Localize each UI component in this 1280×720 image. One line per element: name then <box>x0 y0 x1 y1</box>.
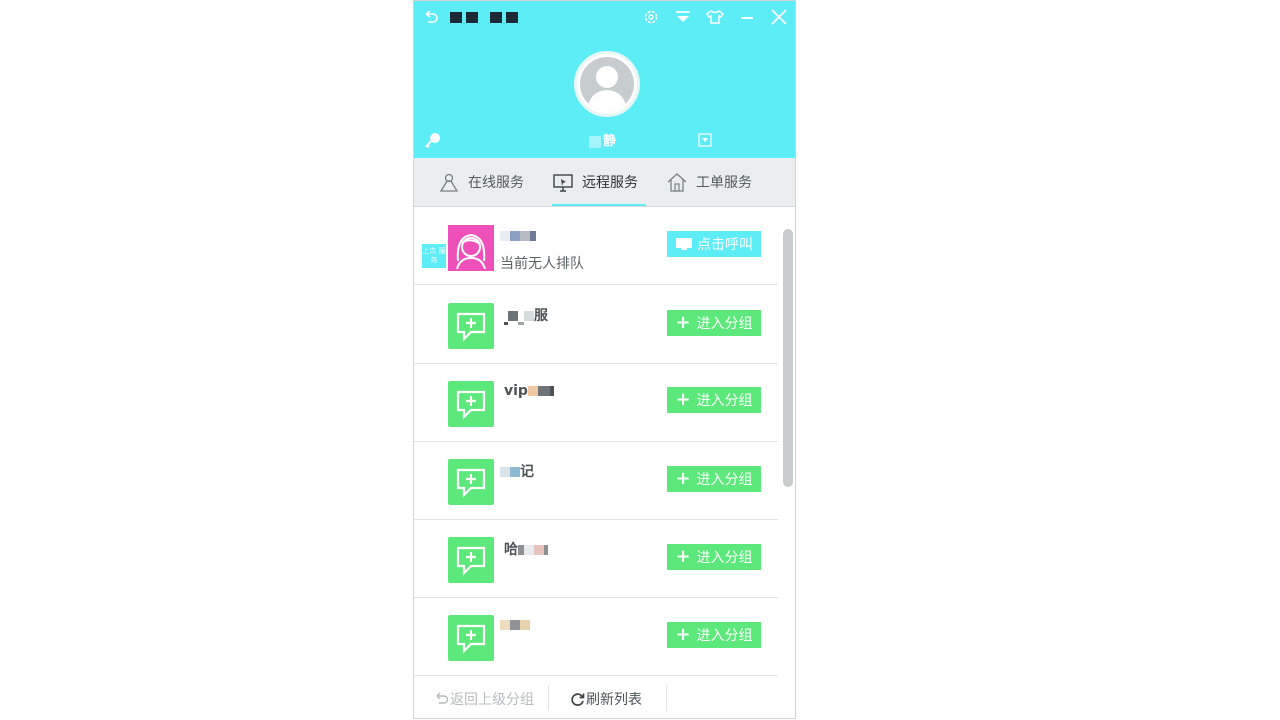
minimize-icon[interactable] <box>737 7 757 27</box>
agent-row[interactable]: 上次 服务 当前无人排队 点击呼叫 <box>414 207 778 285</box>
group-name: 哈 <box>504 539 548 559</box>
refresh-icon <box>571 692 585 706</box>
group-chat-icon <box>448 537 494 583</box>
agent-name <box>500 225 536 244</box>
service-list: 上次 服务 当前无人排队 点击呼叫 服 + 进入分组 vip + 进入分组 记 … <box>414 207 778 677</box>
group-name: 记 <box>500 461 534 481</box>
group-row[interactable]: + 进入分组 <box>414 597 778 676</box>
user-avatar[interactable] <box>574 51 640 117</box>
monitor-icon <box>676 238 692 250</box>
last-service-badge: 上次 服务 <box>422 244 446 268</box>
enter-group-button[interactable]: + 进入分组 <box>667 387 761 413</box>
agent-avatar <box>448 225 494 271</box>
enter-group-button[interactable]: + 进入分组 <box>667 466 761 492</box>
settings-icon[interactable] <box>641 7 661 27</box>
back-to-parent-group-button[interactable]: 返回上级分组 <box>434 689 534 709</box>
group-name: 服 <box>504 305 548 325</box>
group-row[interactable]: 哈 + 进入分组 <box>414 519 778 598</box>
tab-label: 在线服务 <box>468 175 524 191</box>
skin-icon[interactable] <box>705 7 725 27</box>
tab-label: 远程服务 <box>582 175 638 191</box>
key-icon[interactable] <box>424 131 442 149</box>
footer-divider <box>548 685 549 711</box>
window-title <box>450 11 518 23</box>
service-tabs: 在线服务 远程服务 工单服务 <box>414 158 795 207</box>
queue-status: 当前无人排队 <box>500 256 584 272</box>
group-name: vip <box>504 383 554 399</box>
titlebar-left <box>422 7 518 27</box>
group-chat-icon <box>448 303 494 349</box>
group-row[interactable]: vip + 进入分组 <box>414 363 778 442</box>
group-chat-icon <box>448 615 494 661</box>
tab-online-service[interactable]: 在线服务 <box>438 158 524 206</box>
user-name: 静 <box>589 130 616 149</box>
enter-group-button[interactable]: + 进入分组 <box>667 544 761 570</box>
group-chat-icon <box>448 381 494 427</box>
status-dropdown-icon[interactable] <box>698 133 712 147</box>
group-name <box>500 617 530 633</box>
tab-remote-service[interactable]: 远程服务 <box>552 158 646 206</box>
group-chat-icon <box>448 459 494 505</box>
return-icon <box>436 692 449 704</box>
call-button[interactable]: 点击呼叫 <box>667 231 761 257</box>
titlebar-controls <box>641 7 789 27</box>
footer-bar: 返回上级分组 刷新列表 <box>414 677 795 718</box>
enter-group-button[interactable]: + 进入分组 <box>667 310 761 336</box>
app-window: 静 在线服务 远程服务 工单服务 上次 服务 当前无人排队 点击呼叫 服 + 进… <box>413 0 796 719</box>
user-bar: 静 <box>414 129 795 151</box>
group-row[interactable]: 服 + 进入分组 <box>414 285 778 364</box>
remote-screen-icon <box>553 174 573 192</box>
back-icon[interactable] <box>422 8 440 26</box>
female-agent-icon <box>456 233 486 269</box>
list-scrollbar-thumb[interactable] <box>783 229 793 487</box>
house-icon <box>667 173 687 192</box>
header: 静 <box>414 1 795 158</box>
footer-divider <box>666 685 667 711</box>
refresh-list-button[interactable]: 刷新列表 <box>569 689 642 709</box>
enter-group-button[interactable]: + 进入分组 <box>667 622 761 648</box>
tab-label: 工单服务 <box>696 175 752 191</box>
group-row[interactable]: 记 + 进入分组 <box>414 441 778 520</box>
person-icon <box>439 173 459 192</box>
tab-ticket-service[interactable]: 工单服务 <box>666 158 752 206</box>
dropdown-menu-icon[interactable] <box>673 7 693 27</box>
close-icon[interactable] <box>769 7 789 27</box>
